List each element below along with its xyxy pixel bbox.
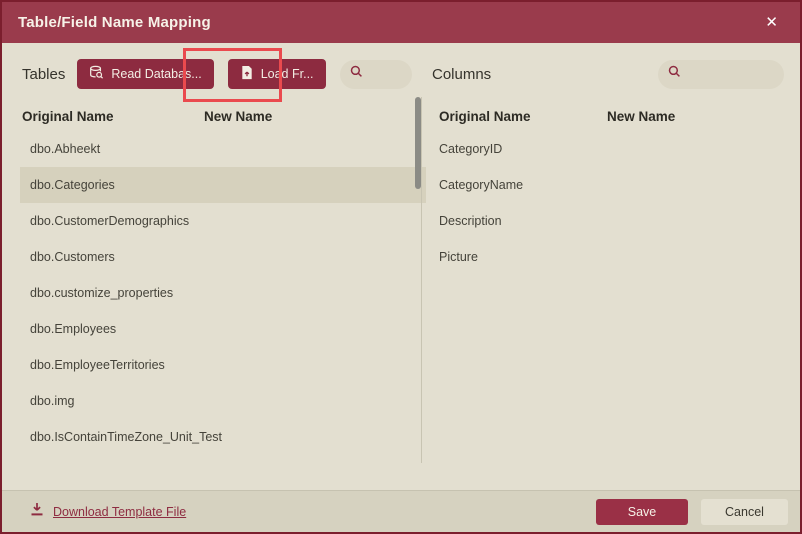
columns-panel-label: Columns bbox=[432, 65, 492, 83]
download-template-file-link[interactable]: Download Template File bbox=[30, 502, 186, 521]
dialog-content: Tables Read Databas... Load Fr... Origin… bbox=[2, 43, 800, 490]
table-original-name: dbo.Categories bbox=[30, 178, 115, 192]
table-row[interactable]: dbo.customize_properties bbox=[20, 275, 426, 311]
table-original-name: dbo.CustomerDemographics bbox=[30, 214, 190, 228]
tables-scrollbar-track[interactable] bbox=[421, 97, 422, 463]
table-field-name-mapping-dialog: Table/Field Name Mapping ✕ Tables Read D… bbox=[0, 0, 802, 534]
tables-panel: Tables Read Databas... Load Fr... Origin… bbox=[2, 43, 426, 490]
table-original-name: dbo.Customers bbox=[30, 250, 115, 264]
table-row[interactable]: dbo.IsContainTimeZone_Unit_Test bbox=[20, 419, 426, 455]
tables-panel-label: Tables bbox=[22, 65, 66, 83]
columns-search-input[interactable] bbox=[688, 66, 774, 82]
columns-toolbar: Columns bbox=[432, 59, 784, 89]
columns-list-header: Original Name New Name bbox=[439, 101, 800, 131]
table-original-name: dbo.Abheekt bbox=[30, 142, 101, 156]
columns-panel: Columns Original Name New Name CategoryI… bbox=[424, 43, 800, 490]
new-name-column-header: New Name bbox=[607, 108, 676, 124]
column-row[interactable]: Picture bbox=[424, 239, 800, 275]
tables-list: dbo.Abheekt dbo.Categories dbo.CustomerD… bbox=[20, 131, 426, 455]
download-icon bbox=[30, 502, 44, 521]
column-original-name: Description bbox=[439, 214, 502, 228]
read-database-label: Read Databas... bbox=[111, 67, 202, 81]
column-row[interactable]: CategoryName bbox=[424, 167, 800, 203]
table-original-name: dbo.EmployeeTerritories bbox=[30, 358, 165, 372]
table-original-name: dbo.customize_properties bbox=[30, 286, 174, 300]
table-row[interactable]: dbo.EmployeeTerritories bbox=[20, 347, 426, 383]
column-original-name: CategoryID bbox=[439, 142, 503, 156]
table-row[interactable]: dbo.Employees bbox=[20, 311, 426, 347]
table-original-name: dbo.img bbox=[30, 394, 75, 408]
columns-search-box[interactable] bbox=[658, 59, 784, 89]
column-original-name: CategoryName bbox=[439, 178, 524, 192]
close-icon[interactable]: ✕ bbox=[759, 11, 784, 34]
search-icon bbox=[350, 65, 363, 83]
read-database-button[interactable]: Read Databas... bbox=[77, 59, 214, 89]
load-from-label: Load Fr... bbox=[260, 67, 314, 81]
tables-search-input[interactable] bbox=[369, 66, 402, 82]
tables-list-header: Original Name New Name bbox=[22, 101, 424, 131]
column-row[interactable]: CategoryID bbox=[424, 131, 800, 167]
download-link-label: Download Template File bbox=[53, 504, 187, 519]
load-from-file-button[interactable]: Load Fr... bbox=[227, 59, 326, 89]
tables-toolbar: Tables Read Databas... Load Fr... bbox=[22, 59, 412, 89]
save-button[interactable]: Save bbox=[596, 498, 688, 525]
database-search-icon bbox=[89, 65, 104, 83]
table-original-name: dbo.Employees bbox=[30, 322, 117, 336]
title-bar: Table/Field Name Mapping ✕ bbox=[2, 2, 800, 43]
table-row[interactable]: dbo.Categories bbox=[20, 167, 426, 203]
column-row[interactable]: Description bbox=[424, 203, 800, 239]
column-original-name: Picture bbox=[439, 250, 478, 264]
file-upload-icon bbox=[240, 65, 254, 83]
tables-search-box[interactable] bbox=[339, 59, 412, 89]
search-icon bbox=[668, 65, 681, 83]
table-row[interactable]: dbo.CustomerDemographics bbox=[20, 203, 426, 239]
original-name-column-header: Original Name bbox=[22, 108, 114, 124]
dialog-title: Table/Field Name Mapping bbox=[18, 14, 211, 31]
columns-list: CategoryID CategoryName Description Pict… bbox=[424, 131, 800, 275]
table-row[interactable]: dbo.Abheekt bbox=[20, 131, 426, 167]
new-name-column-header: New Name bbox=[204, 108, 273, 124]
cancel-button[interactable]: Cancel bbox=[701, 498, 788, 525]
dialog-footer: Download Template File Save Cancel bbox=[2, 490, 800, 532]
table-row[interactable]: dbo.Customers bbox=[20, 239, 426, 275]
tables-scrollbar-thumb[interactable] bbox=[415, 97, 421, 189]
original-name-column-header: Original Name bbox=[439, 108, 531, 124]
table-row[interactable]: dbo.img bbox=[20, 383, 426, 419]
table-original-name: dbo.IsContainTimeZone_Unit_Test bbox=[30, 430, 222, 444]
